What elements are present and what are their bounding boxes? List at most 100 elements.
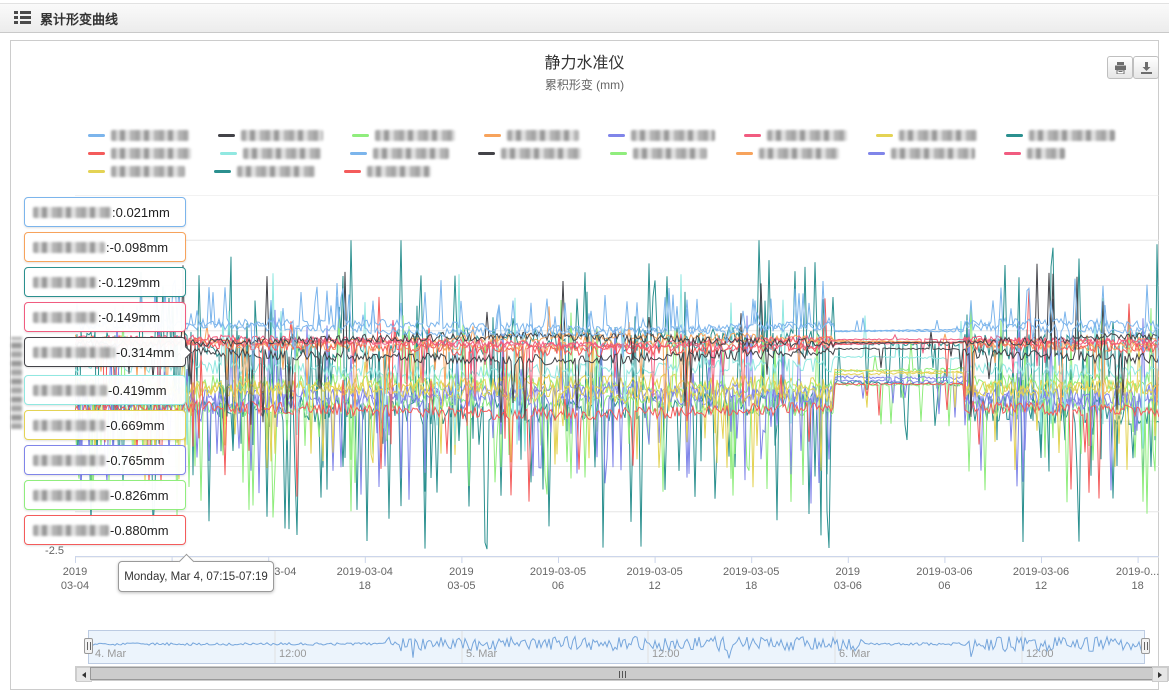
tooltip-series-label-masked [33,347,115,358]
tooltip-series-box: -0.765mm [24,445,186,475]
x-axis-label: 2019-03-0506 [506,565,610,593]
legend-label-masked [111,148,191,159]
x-axis-label-line2: 06 [506,579,610,593]
x-axis-label: 201903-06 [796,565,900,593]
list-icon [14,11,31,25]
legend-marker-icon [88,134,105,137]
legend-item[interactable] [876,130,977,141]
x-axis-label-line1: 2019 [409,565,513,579]
legend-item[interactable] [610,148,707,159]
legend-marker-icon [744,134,761,137]
x-axis-label: 2019-0...18 [1086,565,1169,593]
navigator[interactable]: 4. Mar12:005. Mar12:006. Mar12:00 [88,630,1145,664]
legend-label-masked [1027,148,1065,159]
scrollbar-thumb[interactable] [90,667,1154,680]
legend-label-masked [243,148,321,159]
legend-label-masked [759,148,839,159]
legend-item[interactable] [1004,148,1065,159]
legend-label-masked [631,130,715,141]
x-axis-label-line1: 2019-03-05 [603,565,707,579]
x-axis-label-line1: 2019-03-05 [506,565,610,579]
plot-area[interactable] [75,195,1159,570]
legend-marker-icon [478,152,495,155]
legend-item[interactable] [736,148,839,159]
legend [88,126,1144,180]
x-axis-label: 2019-03-0612 [989,565,1093,593]
legend-item[interactable] [478,148,581,159]
x-axis-label-line2: 06 [892,579,996,593]
legend-label-masked [375,130,455,141]
legend-label-masked [241,130,323,141]
navigator-handle-left[interactable] [84,638,93,654]
x-axis-label: 2019-03-0606 [892,565,996,593]
scrollbar-right-button[interactable] [1152,667,1168,682]
legend-item[interactable] [218,130,323,141]
arrow-right-icon [1158,672,1162,678]
tooltip-date-label: Monday, Mar 4, 07:15-07:19 [124,571,268,583]
download-icon [1140,62,1153,74]
tooltip-series-label-masked [33,277,97,288]
download-chart-button[interactable] [1133,56,1159,79]
legend-row [88,144,1144,162]
x-axis-label-line1: 2019 [796,565,900,579]
legend-row [88,126,1144,144]
legend-marker-icon [218,134,235,137]
x-axis-label-line1: 2019-03-04 [313,565,417,579]
legend-item[interactable] [88,130,189,141]
x-axis-label-line2: 03-06 [796,579,900,593]
legend-item[interactable] [744,130,847,141]
legend-label-masked [501,148,581,159]
tooltip-series-label-masked [33,420,105,431]
legend-marker-icon [868,152,885,155]
tooltip-series-value: -0.419mm [108,383,167,398]
tooltip-series-value: -0.826mm [110,488,169,503]
x-axis-label: 2019-03-0418 [313,565,417,593]
tooltip-series-label-masked [33,525,109,536]
legend-label-masked [899,130,977,141]
navigator-series [89,631,1144,663]
scrollbar[interactable] [75,666,1169,681]
print-icon [1114,62,1127,74]
panel-title: 累计形变曲线 [40,9,118,28]
x-axis-label-line1: 2019 [23,565,127,579]
legend-item[interactable] [1006,130,1115,141]
x-axis-label-line1: 2019-03-06 [892,565,996,579]
legend-marker-icon [88,152,105,155]
y-axis-title-masked [11,337,22,429]
legend-marker-icon [1004,152,1021,155]
legend-label-masked [237,166,315,177]
legend-item[interactable] [608,130,715,141]
legend-item[interactable] [220,148,321,159]
tooltip-series-value: -0.314mm [116,345,175,360]
print-chart-button[interactable] [1107,56,1133,79]
legend-marker-icon [344,170,361,173]
tooltip-series-value: :-0.149mm [98,310,160,325]
legend-label-masked [1029,130,1115,141]
tooltip-series-box: :-0.098mm [24,232,186,262]
tooltip-series-value: -0.669mm [106,418,165,433]
legend-marker-icon [608,134,625,137]
scrollbar-grip-icon [619,671,626,678]
x-axis-label: 2019-03-0518 [699,565,803,593]
navigator-axis-label: 4. Mar [95,648,126,660]
tooltip-series-value: :-0.129mm [98,275,160,290]
legend-item[interactable] [88,166,185,177]
navigator-axis-label: 6. Mar [839,648,870,660]
page: 累计形变曲线 静力水准仪 累积形变 (mm) -2.5 201903-04201… [0,0,1169,695]
legend-item[interactable] [88,148,191,159]
legend-item[interactable] [344,166,431,177]
legend-label-masked [111,166,185,177]
navigator-handle-right[interactable] [1141,638,1150,654]
legend-marker-icon [876,134,893,137]
legend-item[interactable] [352,130,455,141]
legend-item[interactable] [350,148,449,159]
legend-marker-icon [214,170,231,173]
tooltip-series-label-masked [33,455,105,466]
legend-marker-icon [352,134,369,137]
x-axis-label-line1: 2019-03-05 [699,565,803,579]
legend-item[interactable] [868,148,975,159]
legend-item[interactable] [214,166,315,177]
tooltip-series-label-masked [33,385,107,396]
tooltip-series-label-masked [33,242,105,253]
legend-item[interactable] [484,130,579,141]
